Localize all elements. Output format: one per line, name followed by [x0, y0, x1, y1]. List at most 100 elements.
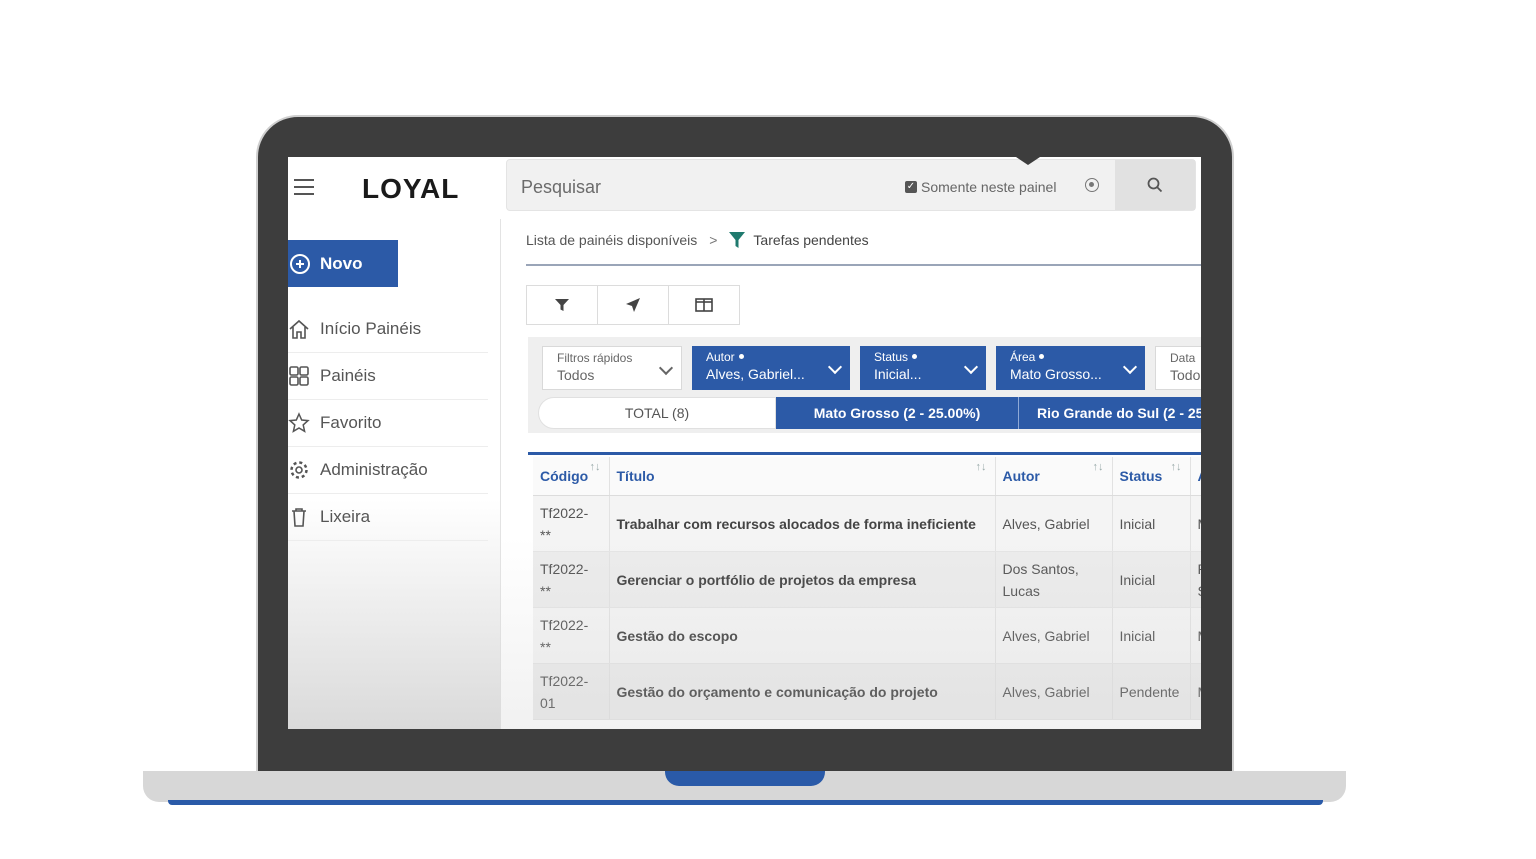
column-header-autor[interactable]: Autor ↑↓ [995, 457, 1113, 496]
filter-label: Filtros rápidos [557, 351, 633, 365]
column-header-status[interactable]: Status ↑↓ [1112, 457, 1191, 496]
filter-button[interactable] [527, 286, 598, 324]
search-button[interactable] [1115, 160, 1195, 210]
only-panel-label: Somente neste painel [921, 179, 1057, 195]
table-header-row: Código↑↓ Título↑↓ Autor↑↓ Status↑↓ A [533, 457, 1201, 496]
breadcrumb-divider [526, 264, 1201, 266]
new-button[interactable]: Novo [288, 240, 398, 287]
search-input[interactable] [519, 174, 883, 200]
cell-titulo[interactable]: Gestão do orçamento e comunicação do pro… [609, 663, 996, 720]
cell-autor: Dos Santos, Lucas [995, 551, 1113, 608]
filter-area: Filtros rápidos Todos Autor Alves, Gabri… [528, 337, 1201, 433]
cell-codigo: Tf2022- 01 [533, 663, 610, 720]
tab-mato-grosso[interactable]: Mato Grosso (2 - 25.00%) [776, 397, 1018, 429]
new-button-label: Novo [320, 253, 363, 273]
columns-icon [695, 298, 713, 312]
cell-codigo: Tf2022- ** [533, 607, 610, 664]
panel-toolbar [526, 285, 740, 325]
column-header-codigo[interactable]: Código ↑↓ [533, 457, 610, 496]
sidebar-item-label: Lixeira [320, 507, 371, 526]
cell-titulo[interactable]: Gerenciar o portfólio de projetos da emp… [609, 551, 996, 608]
sidebar-item-label: Administração [320, 460, 428, 479]
trash-icon [292, 508, 306, 527]
tab-total[interactable]: TOTAL (8) [538, 397, 776, 429]
cell-area: M [1190, 607, 1201, 664]
cell-status: Pendente [1112, 663, 1191, 720]
sidebar-item-label: Favorito [320, 413, 382, 432]
area-filter-select[interactable]: Área Mato Grosso... [996, 346, 1145, 390]
cell-area: M [1190, 495, 1201, 552]
tasks-table: Código↑↓ Título↑↓ Autor↑↓ Status↑↓ A Tf2… [533, 457, 1201, 720]
cell-autor: Alves, Gabriel [995, 663, 1113, 720]
author-filter-select[interactable]: Autor Alves, Gabriel... [692, 346, 850, 390]
breadcrumb-current-label: Tarefas pendentes [753, 232, 869, 248]
date-filter-select[interactable]: Data Todo [1155, 346, 1201, 390]
navigate-icon [626, 298, 640, 312]
sidebar-item-inicio-paineis[interactable]: Início Painéis [288, 306, 488, 353]
filter-label: Status [874, 350, 972, 364]
column-header-area[interactable]: A [1190, 457, 1201, 496]
table-row[interactable]: Tf2022- 01 Gestão do orçamento e comunic… [533, 663, 1201, 720]
column-header-titulo[interactable]: Título ↑↓ [609, 457, 996, 496]
grid-icon [289, 366, 309, 386]
cell-titulo[interactable]: Gestão do escopo [609, 607, 996, 664]
table-row[interactable]: Tf2022- ** Gestão do escopo Alves, Gabri… [533, 607, 1201, 664]
home-icon [289, 319, 309, 339]
cell-codigo: Tf2022- ** [533, 551, 610, 608]
laptop-notch [665, 771, 825, 786]
hamburger-menu-icon[interactable] [294, 179, 314, 200]
filter-value: Inicial... [874, 366, 922, 382]
search-icon [1147, 177, 1163, 193]
sidebar-item-favorito[interactable]: Favorito [288, 400, 488, 447]
breadcrumb-root-link[interactable]: Lista de painéis disponíveis [526, 232, 697, 248]
laptop-screen: LOYAL ✓ Somente neste painel Novo Iní [288, 157, 1201, 729]
sort-icon: ↑↓ [589, 461, 601, 473]
sort-icon: ↑↓ [1170, 461, 1182, 473]
sidebar-item-administracao[interactable]: Administração [288, 447, 488, 494]
search-bar: ✓ Somente neste painel [506, 159, 1196, 211]
filter-label: Área [1010, 350, 1131, 364]
breadcrumb: Lista de painéis disponíveis > Tarefas p… [526, 231, 869, 249]
sidebar-item-label: Início Painéis [320, 319, 422, 338]
navigate-button[interactable] [598, 286, 669, 324]
tab-rio-grande-do-sul[interactable]: Rio Grande do Sul (2 - 25 [1018, 397, 1201, 429]
camera-notch [1016, 157, 1040, 165]
star-icon [288, 412, 310, 433]
clear-search-icon[interactable] [1085, 178, 1099, 192]
columns-button[interactable] [669, 286, 739, 324]
table-top-border [528, 452, 1201, 455]
filter-icon [555, 299, 569, 311]
sidebar-nav: Início Painéis Painéis Favorito Administ… [288, 306, 488, 541]
filter-value: Todos [557, 367, 595, 383]
filter-label: Autor [706, 350, 836, 364]
cell-status: Inicial [1112, 551, 1191, 608]
group-tabs: TOTAL (8) Mato Grosso (2 - 25.00%) Rio G… [538, 397, 1201, 429]
sidebar-item-paineis[interactable]: Painéis [288, 353, 488, 400]
sort-icon: ↑↓ [1092, 461, 1104, 473]
sidebar-item-lixeira[interactable]: Lixeira [288, 494, 488, 541]
cell-autor: Alves, Gabriel [995, 495, 1113, 552]
breadcrumb-separator: > [709, 232, 718, 248]
laptop-base-accent [168, 800, 1323, 805]
only-panel-toggle[interactable]: ✓ Somente neste painel [905, 179, 1056, 195]
gear-icon [290, 461, 308, 479]
cell-titulo[interactable]: Trabalhar com recursos alocados de forma… [609, 495, 996, 552]
funnel-icon [729, 232, 746, 248]
filter-value: Todo [1170, 367, 1201, 383]
cell-status: Inicial [1112, 495, 1191, 552]
filter-label: Data [1170, 351, 1196, 365]
filter-value: Alves, Gabriel... [706, 366, 805, 382]
cell-codigo: Tf2022- ** [533, 495, 610, 552]
filter-value: Mato Grosso... [1010, 366, 1102, 382]
status-filter-select[interactable]: Status Inicial... [860, 346, 986, 390]
cell-status: Inicial [1112, 607, 1191, 664]
sidebar-item-label: Painéis [320, 366, 376, 385]
table-row[interactable]: Tf2022- ** Trabalhar com recursos alocad… [533, 495, 1201, 552]
checkbox-checked-icon[interactable]: ✓ [905, 181, 917, 193]
sidebar: Novo Início Painéis Painéis Favorito Adm… [288, 219, 501, 729]
cell-autor: Alves, Gabriel [995, 607, 1113, 664]
quick-filter-select[interactable]: Filtros rápidos Todos [542, 346, 682, 390]
sort-icon: ↑↓ [975, 461, 987, 473]
add-circle-icon [290, 253, 310, 274]
table-row[interactable]: Tf2022- ** Gerenciar o portfólio de proj… [533, 551, 1201, 608]
